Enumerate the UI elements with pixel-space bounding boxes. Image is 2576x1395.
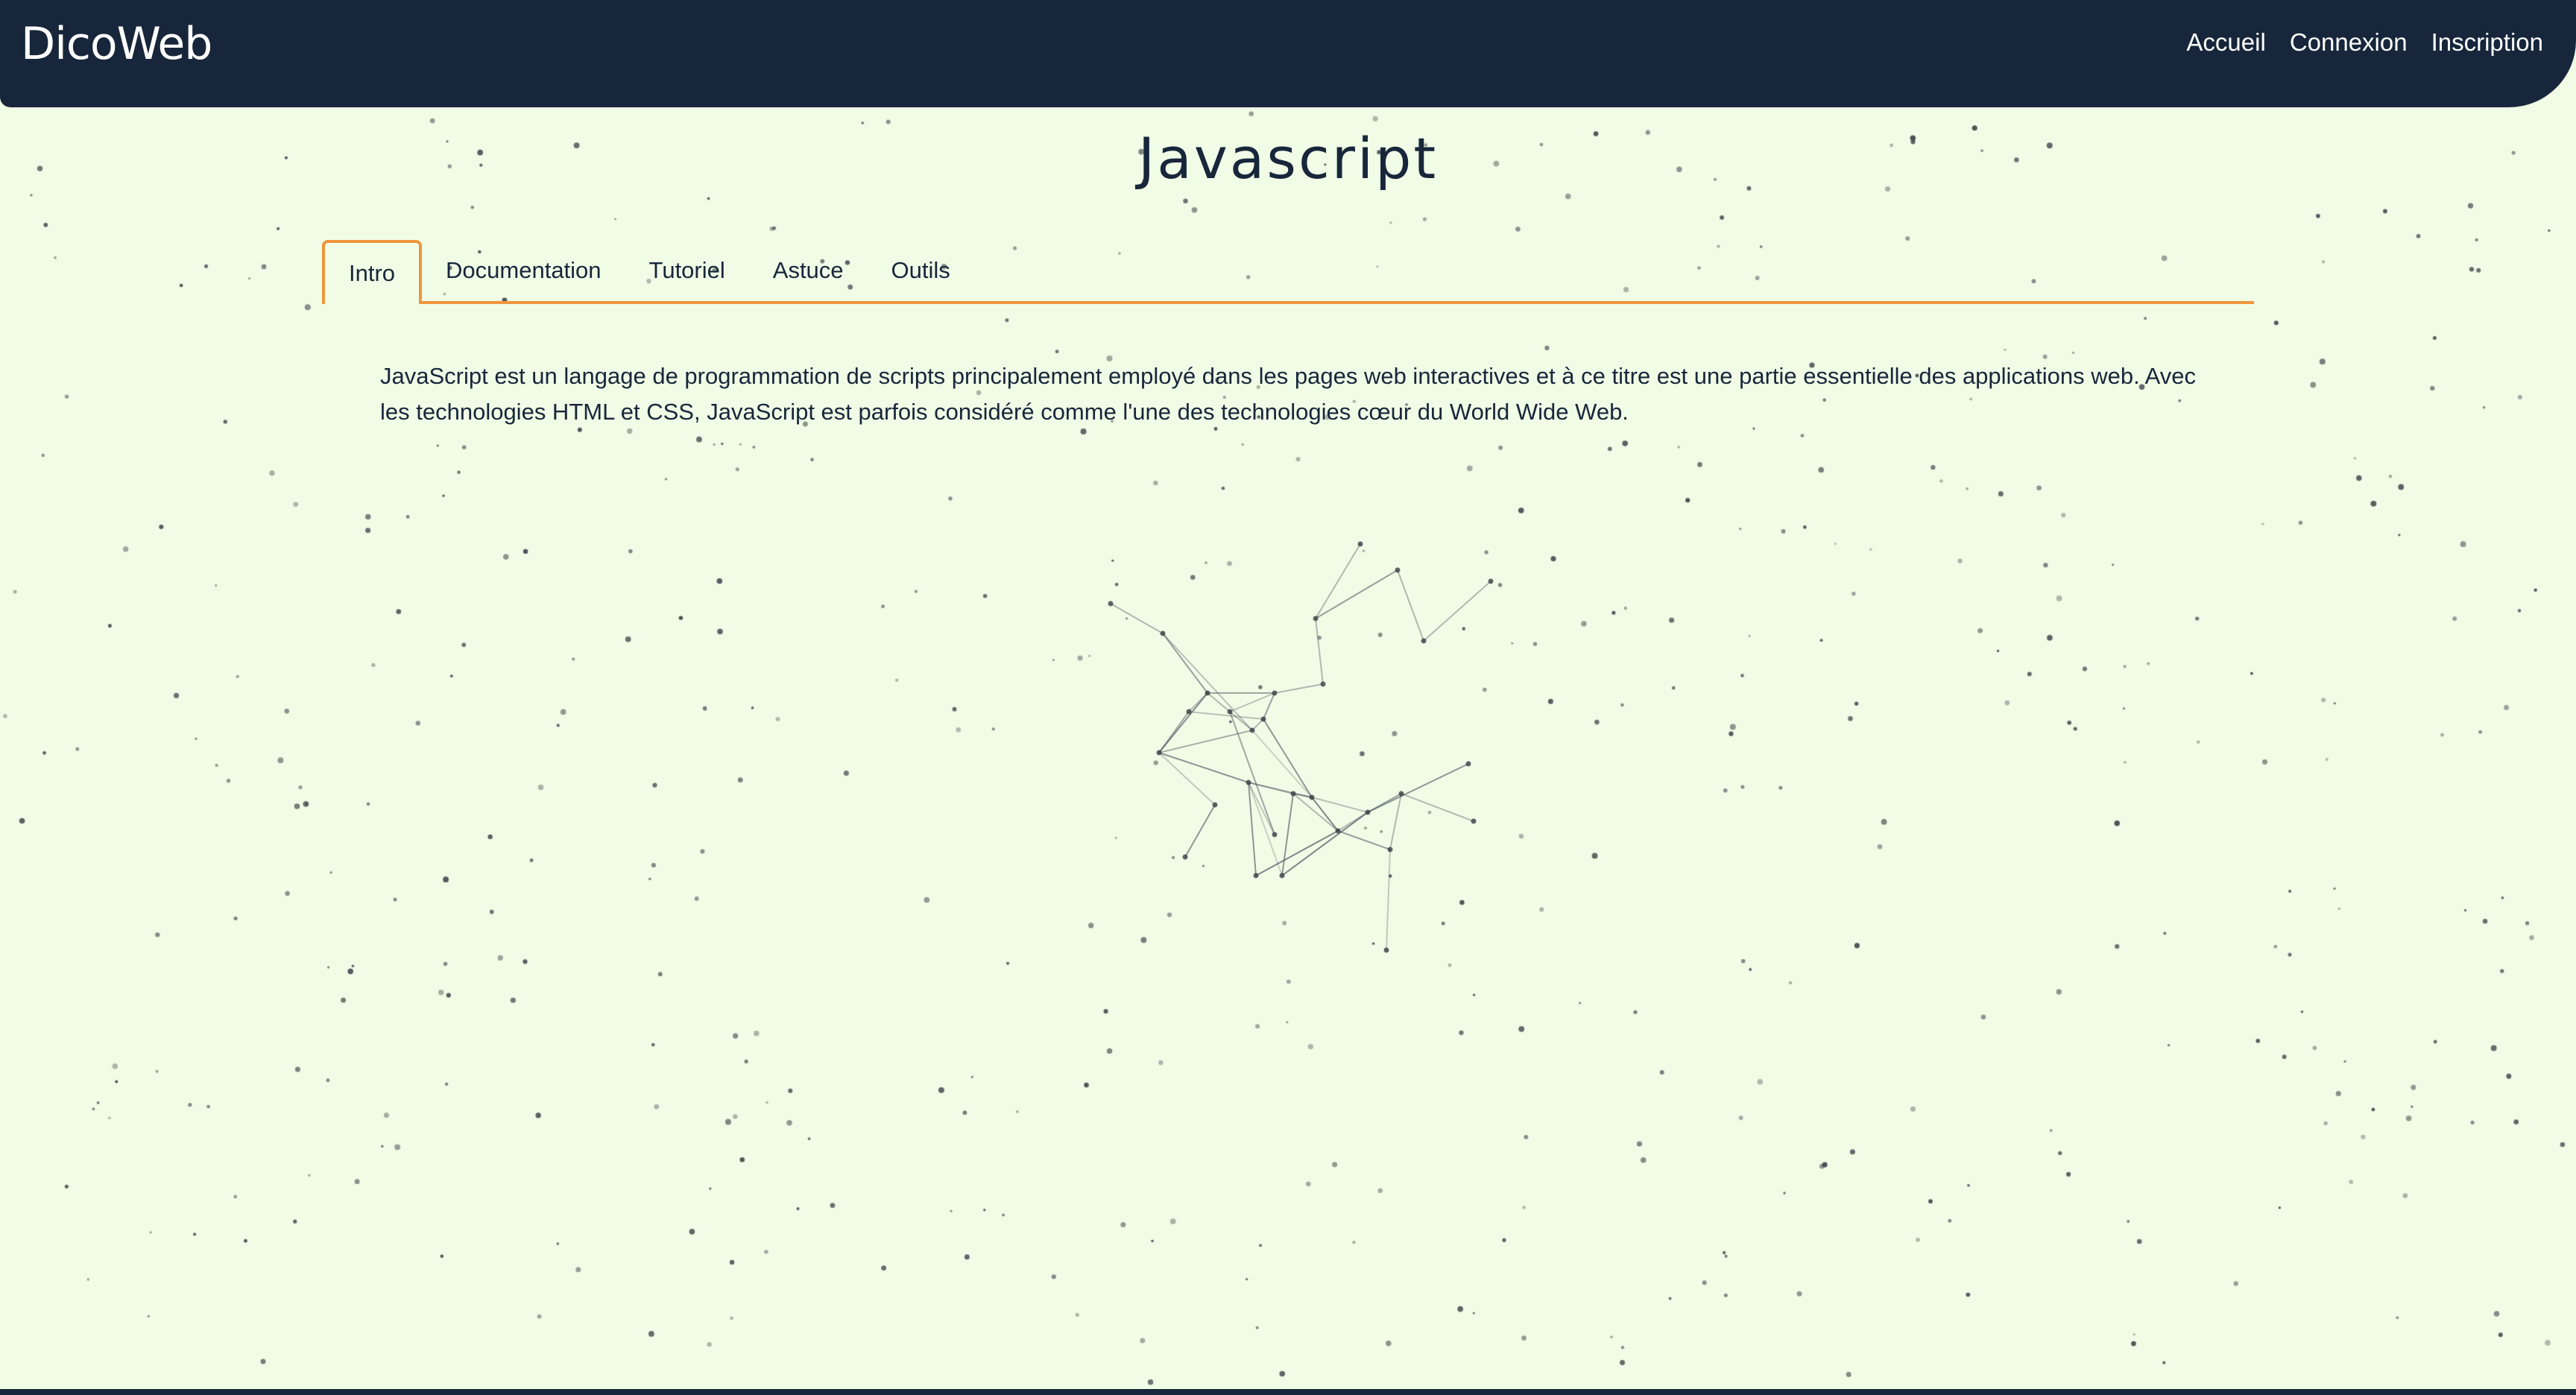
network-edge: [1158, 752, 1249, 783]
network-edge: [1423, 581, 1491, 642]
network-node: [1182, 854, 1188, 860]
network-edge: [1315, 569, 1398, 619]
tab-astuce[interactable]: Astuce: [749, 240, 868, 301]
network-edge: [1188, 711, 1264, 720]
nav-link-inscription[interactable]: Inscription: [2431, 28, 2543, 57]
network-node: [1212, 802, 1218, 808]
network-node: [1253, 873, 1259, 879]
network-node: [1290, 791, 1296, 797]
network-node: [1488, 578, 1494, 584]
network-node: [1465, 761, 1471, 767]
network-edge: [1248, 782, 1294, 794]
network-node: [1227, 709, 1233, 715]
network-node: [1313, 616, 1319, 621]
network-node: [1309, 794, 1315, 800]
particle-network-graphic: [1108, 541, 1494, 953]
network-edge: [1281, 793, 1294, 876]
intro-paragraph: JavaScript est un langage de programmati…: [380, 363, 2197, 425]
network-node: [1365, 809, 1371, 815]
network-node: [1357, 541, 1363, 547]
network-node: [1320, 681, 1326, 687]
page-title: Javascript: [1137, 125, 1439, 192]
network-node: [1398, 791, 1404, 797]
network-edge: [1162, 633, 1253, 731]
network-edge: [1248, 782, 1283, 876]
network-node: [1108, 601, 1114, 607]
network-edge: [1315, 618, 1324, 685]
network-node: [1246, 779, 1251, 785]
tab-tutoriel[interactable]: Tutoriel: [625, 240, 749, 301]
network-edge: [1251, 730, 1313, 798]
network-edge: [1274, 683, 1324, 694]
network-edge: [1184, 804, 1216, 858]
nav-links: Accueil Connexion Inscription: [2186, 28, 2543, 57]
network-node: [1387, 847, 1393, 852]
network-edge: [1389, 793, 1402, 850]
footer-divider: [0, 1389, 2576, 1395]
tab-documentation[interactable]: Documentation: [422, 240, 625, 301]
network-node: [1205, 690, 1210, 696]
nav-link-connexion[interactable]: Connexion: [2290, 28, 2408, 57]
tab-bar: Intro Documentation Tutoriel Astuce Outi…: [322, 237, 2254, 304]
network-edge: [1311, 797, 1339, 832]
network-edge: [1281, 812, 1368, 876]
network-node: [1272, 832, 1278, 838]
network-node: [1421, 638, 1427, 644]
network-edge: [1401, 793, 1474, 822]
network-node: [1186, 709, 1192, 715]
network-edge: [1158, 752, 1216, 806]
network-edge: [1158, 692, 1208, 753]
network-edge: [1386, 849, 1391, 951]
network-node: [1272, 690, 1278, 696]
network-node: [1249, 727, 1255, 733]
network-edge: [1367, 763, 1469, 813]
network-node: [1383, 947, 1389, 953]
network-node: [1156, 750, 1162, 756]
nav-link-accueil[interactable]: Accueil: [2186, 28, 2265, 57]
network-edge: [1311, 797, 1368, 813]
network-edge: [1110, 603, 1164, 634]
network-node: [1160, 630, 1166, 636]
network-node: [1279, 873, 1285, 879]
network-edge: [1162, 633, 1208, 694]
network-node: [1471, 818, 1477, 824]
tab-outils[interactable]: Outils: [868, 240, 974, 301]
network-edge: [1337, 830, 1391, 850]
network-edge: [1315, 543, 1361, 619]
navbar: DicoWeb Accueil Connexion Inscription: [0, 0, 2576, 107]
network-edge: [1263, 718, 1313, 798]
network-edge: [1292, 793, 1339, 832]
network-node: [1260, 716, 1266, 722]
tab-intro[interactable]: Intro: [322, 240, 423, 304]
network-node: [1395, 567, 1401, 573]
network-edge: [1397, 569, 1424, 642]
brand-logo[interactable]: DicoWeb: [21, 18, 212, 70]
network-node: [1335, 828, 1341, 834]
